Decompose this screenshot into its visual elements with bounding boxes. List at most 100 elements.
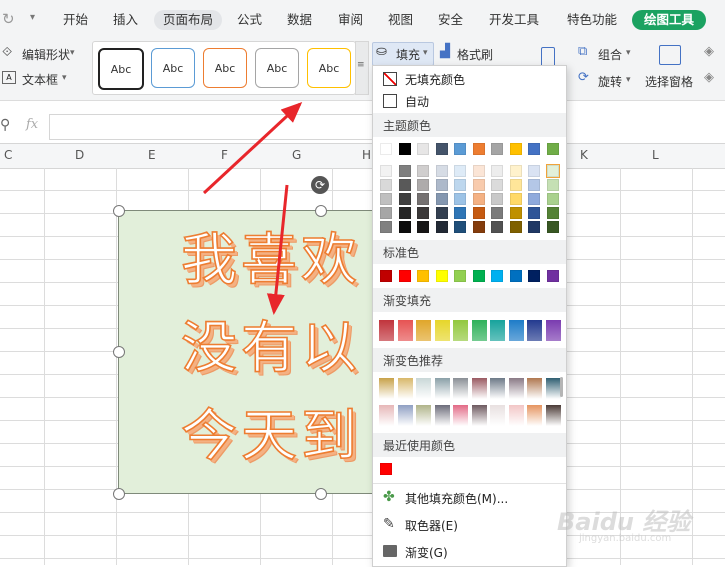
gradient-recommend-swatch[interactable]	[508, 405, 524, 426]
theme-color-swatch[interactable]	[528, 207, 540, 219]
theme-color-swatch[interactable]	[435, 207, 448, 219]
eyedropper-item[interactable]: ✎ 取色器(E)	[373, 514, 566, 536]
recent-color-swatch[interactable]	[380, 463, 392, 475]
gradient-fill-swatch[interactable]	[490, 320, 505, 341]
standard-color-swatch[interactable]	[417, 270, 429, 282]
theme-color-swatch[interactable]	[435, 165, 448, 177]
theme-color-swatch[interactable]	[417, 221, 429, 233]
theme-color-swatch[interactable]	[417, 207, 429, 219]
theme-color-swatch[interactable]	[509, 179, 522, 191]
theme-color-swatch[interactable]	[546, 221, 559, 233]
theme-color-swatch[interactable]	[509, 165, 522, 177]
theme-color-swatch[interactable]	[380, 179, 392, 191]
theme-color-swatch[interactable]	[398, 179, 411, 191]
standard-color-swatch[interactable]	[398, 270, 411, 282]
theme-color-swatch[interactable]	[472, 221, 485, 233]
gradient-recommend-swatch[interactable]	[434, 405, 450, 426]
standard-color-swatch[interactable]	[380, 270, 392, 282]
theme-color-swatch[interactable]	[528, 221, 540, 233]
theme-color-swatch[interactable]	[454, 143, 466, 155]
theme-color-swatch[interactable]	[491, 165, 503, 177]
theme-color-swatch[interactable]	[509, 207, 522, 219]
gradient-recommend-swatch[interactable]	[453, 378, 468, 399]
gradient-recommend-swatch[interactable]	[416, 378, 431, 399]
theme-color-swatch[interactable]	[435, 193, 448, 205]
theme-color-swatch[interactable]	[454, 165, 466, 177]
theme-color-swatch[interactable]	[380, 207, 392, 219]
theme-color-swatch[interactable]	[417, 165, 429, 177]
theme-color-swatch[interactable]	[380, 193, 392, 205]
gradient-recommend-swatch[interactable]	[508, 378, 524, 399]
theme-color-swatch[interactable]	[454, 193, 466, 205]
gradient-recommend-swatch[interactable]	[453, 405, 468, 426]
standard-color-swatch[interactable]	[491, 270, 503, 282]
theme-color-swatch[interactable]	[546, 207, 559, 219]
theme-color-swatch[interactable]	[417, 143, 429, 155]
theme-color-swatch[interactable]	[472, 193, 485, 205]
gradient-recommend-swatch[interactable]	[471, 405, 487, 426]
theme-color-swatch[interactable]	[528, 143, 540, 155]
gradient-recommend-swatch[interactable]	[527, 378, 542, 399]
gradient-recommend-swatch[interactable]	[490, 378, 505, 399]
gradient-fill-swatch[interactable]	[471, 320, 487, 341]
gradient-recommend-swatch[interactable]	[397, 405, 413, 426]
theme-color-swatch[interactable]	[491, 221, 503, 233]
gradient-fill-swatch[interactable]	[527, 320, 542, 341]
auto-fill-item[interactable]: 自动	[373, 90, 566, 112]
gradient-fill-swatch[interactable]	[508, 320, 524, 341]
gradient-recommend-swatch[interactable]	[545, 405, 561, 426]
gradient-recommend-swatch[interactable]	[471, 378, 487, 399]
theme-color-swatch[interactable]	[435, 143, 448, 155]
theme-color-swatch[interactable]	[546, 193, 559, 205]
theme-color-swatch[interactable]	[491, 207, 503, 219]
theme-color-swatch[interactable]	[491, 193, 503, 205]
theme-color-swatch[interactable]	[435, 179, 448, 191]
standard-color-swatch[interactable]	[509, 270, 522, 282]
theme-color-swatch[interactable]	[398, 143, 411, 155]
gradient-recommend-swatch[interactable]	[545, 378, 561, 399]
gradient-recommend-scrollbar[interactable]	[560, 377, 563, 397]
theme-color-swatch[interactable]	[454, 207, 466, 219]
theme-color-swatch[interactable]	[528, 193, 540, 205]
gradient-recommend-swatch[interactable]	[416, 405, 431, 426]
standard-color-swatch[interactable]	[435, 270, 448, 282]
theme-color-swatch[interactable]	[398, 193, 411, 205]
theme-color-swatch[interactable]	[380, 143, 392, 155]
theme-color-swatch[interactable]	[417, 179, 429, 191]
theme-color-swatch[interactable]	[472, 179, 485, 191]
theme-color-swatch[interactable]	[509, 143, 522, 155]
theme-color-swatch[interactable]	[435, 221, 448, 233]
theme-color-swatch[interactable]	[546, 143, 559, 155]
gradient-fill-swatch[interactable]	[397, 320, 413, 341]
theme-color-swatch[interactable]	[491, 179, 503, 191]
standard-color-swatch[interactable]	[546, 270, 559, 282]
gradient-recommend-swatch[interactable]	[379, 405, 394, 426]
standard-color-swatch[interactable]	[454, 270, 466, 282]
gradient-item[interactable]: 渐变(G)	[373, 541, 566, 563]
standard-color-swatch[interactable]	[528, 270, 540, 282]
theme-color-swatch[interactable]	[398, 207, 411, 219]
more-fill-colors-item[interactable]: ✤ 其他填充颜色(M)...	[373, 487, 566, 509]
theme-color-swatch[interactable]	[546, 179, 559, 191]
theme-color-swatch[interactable]	[417, 193, 429, 205]
gradient-fill-swatch[interactable]	[416, 320, 431, 341]
gradient-fill-swatch[interactable]	[545, 320, 561, 341]
gradient-fill-swatch[interactable]	[379, 320, 394, 341]
no-fill-item[interactable]: 无填充颜色	[373, 68, 566, 90]
theme-color-swatch[interactable]	[380, 221, 392, 233]
theme-color-swatch[interactable]	[528, 179, 540, 191]
gradient-recommend-swatch[interactable]	[434, 378, 450, 399]
gradient-fill-swatch[interactable]	[434, 320, 450, 341]
theme-color-swatch[interactable]	[472, 207, 485, 219]
theme-color-swatch[interactable]	[528, 165, 540, 177]
theme-color-swatch[interactable]	[398, 165, 411, 177]
gradient-recommend-swatch[interactable]	[527, 405, 542, 426]
gradient-recommend-swatch[interactable]	[397, 378, 413, 399]
theme-color-swatch[interactable]	[398, 221, 411, 233]
theme-color-swatch[interactable]	[472, 165, 485, 177]
gradient-fill-swatch[interactable]	[453, 320, 468, 341]
theme-color-swatch[interactable]	[545, 164, 560, 178]
theme-color-swatch[interactable]	[454, 221, 466, 233]
standard-color-swatch[interactable]	[472, 270, 485, 282]
gradient-recommend-swatch[interactable]	[379, 378, 394, 399]
